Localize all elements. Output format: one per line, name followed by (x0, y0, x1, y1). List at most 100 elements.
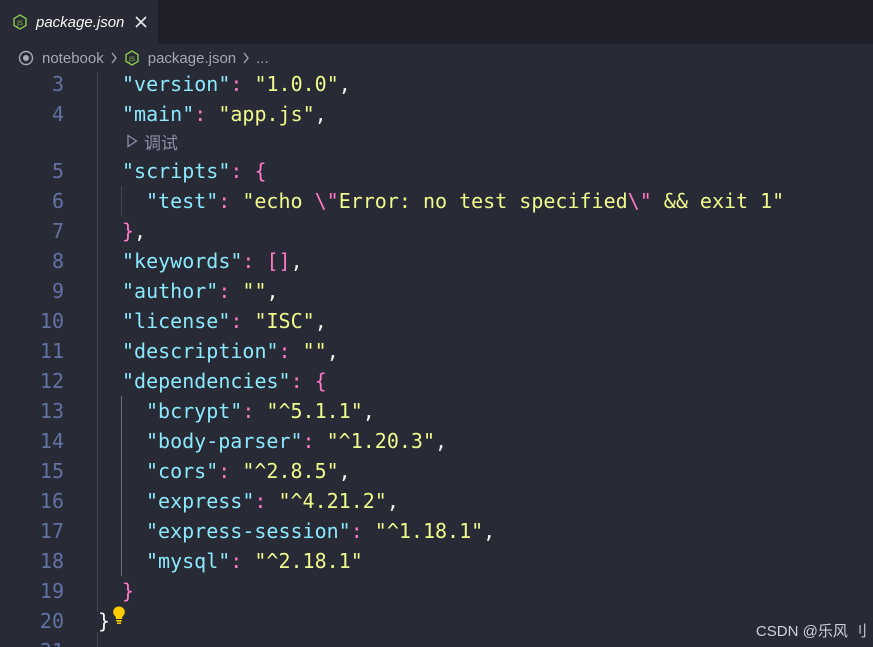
code-token: \" (627, 189, 652, 213)
code-token: "1.0.0" (254, 72, 339, 96)
lightbulb-icon[interactable] (111, 605, 127, 625)
code-token: && exit 1" (651, 189, 785, 213)
code-token: "dependencies" (122, 369, 291, 393)
indent-guide (121, 186, 122, 216)
code-token: : (218, 459, 243, 483)
code-line: "test": "echo \"Error: no test specified… (146, 186, 784, 216)
breadcrumb-item-notebook[interactable]: notebook (42, 50, 104, 67)
code-token: { (314, 369, 327, 393)
svg-text:JS: JS (128, 55, 135, 63)
code-token: : (194, 102, 219, 126)
code-token: } (122, 219, 135, 243)
code-token: "bcrypt" (146, 399, 243, 423)
code-token: "keywords" (122, 249, 243, 273)
code-line: "keywords": [], (122, 246, 303, 276)
code-token: , (338, 459, 351, 483)
code-token: Error: no test specified (338, 189, 628, 213)
code-line: "express-session": "^1.18.1", (146, 516, 495, 546)
code-token: "^1.18.1" (374, 519, 484, 543)
code-token: , (362, 399, 375, 423)
code-token: "express" (146, 489, 255, 513)
code-line: "license": "ISC", (122, 306, 327, 336)
breadcrumb-item-more[interactable]: ... (256, 50, 269, 67)
line-number: 18 (39, 549, 64, 573)
code-token: "version" (122, 72, 231, 96)
code-token: "main" (122, 102, 195, 126)
code-token: , (326, 339, 339, 363)
line-number: 6 (51, 189, 64, 213)
codelens-label: 调试 (144, 133, 178, 153)
line-number: 13 (39, 399, 64, 423)
tab-package-json[interactable]: JS package.json (0, 0, 158, 44)
code-token: "body-parser" (146, 429, 303, 453)
js-file-icon: JS (125, 50, 139, 66)
code-token: "license" (122, 309, 231, 333)
code-token: "^2.18.1" (254, 549, 363, 573)
code-token: "^5.1.1" (266, 399, 363, 423)
code-token: : (350, 519, 375, 543)
code-token: , (483, 519, 496, 543)
tab-label: package.json (36, 13, 125, 31)
code-token: "" (242, 279, 267, 303)
code-line: "bcrypt": "^5.1.1", (146, 396, 375, 426)
watermark: CSDN @乐风 刂 (755, 623, 867, 640)
code-token: : (230, 309, 255, 333)
breadcrumb: notebook JS package.json ... (0, 44, 873, 72)
codelens-debug[interactable]: 调试 (126, 129, 178, 153)
line-number: 14 (39, 429, 64, 453)
code-token: , (435, 429, 448, 453)
line-number: 15 (39, 459, 64, 483)
code-token: "mysql" (146, 549, 231, 573)
line-number: 12 (39, 369, 64, 393)
code-token: , (338, 72, 351, 96)
code-token: , (290, 249, 303, 273)
code-token: "scripts" (122, 159, 231, 183)
line-number: 4 (51, 102, 64, 126)
code-token: } (98, 609, 111, 633)
line-number-gutter: 3 4 5 6 7 8 9 10 11 12 13 14 15 16 17 18 19 20 21 (0, 72, 72, 647)
code-line: "cors": "^2.8.5", (146, 456, 351, 486)
code-token: , (134, 219, 147, 243)
code-token: { (254, 159, 267, 183)
svg-text:JS: JS (16, 19, 23, 27)
line-number: 8 (51, 249, 64, 273)
code-token: "description" (122, 339, 279, 363)
code-editor[interactable]: 3 4 5 6 7 8 9 10 11 12 13 14 15 16 17 18 19 20 21 调试 "vers… (0, 72, 873, 647)
code-token: : (302, 429, 327, 453)
js-file-icon: JS (13, 14, 27, 30)
line-number: 20 (39, 609, 64, 633)
code-token: [] (266, 249, 291, 273)
code-token: "express-session" (146, 519, 351, 543)
code-line: "author": "", (122, 276, 279, 306)
code-line: "mysql": "^2.18.1" (146, 546, 363, 576)
line-number: 5 (51, 159, 64, 183)
code-token: "echo (242, 189, 315, 213)
code-token: "cors" (146, 459, 219, 483)
code-token: , (314, 309, 327, 333)
code-line: } (98, 606, 110, 636)
line-number: 7 (51, 219, 64, 243)
code-token: : (278, 339, 303, 363)
close-icon[interactable] (134, 15, 148, 29)
code-line: }, (122, 216, 146, 246)
chevron-right-icon (243, 52, 249, 64)
code-line: "version": "1.0.0", (122, 72, 351, 99)
code-token: : (242, 399, 267, 423)
line-number: 19 (39, 579, 64, 603)
code-token: : (230, 72, 255, 96)
code-token: "test" (146, 189, 219, 213)
code-token: "author" (122, 279, 219, 303)
code-token: : (242, 249, 267, 273)
line-number: 9 (51, 279, 64, 303)
code-token: "app.js" (218, 102, 315, 126)
tab-bar: JS package.json (0, 0, 873, 44)
code-token: : (218, 279, 243, 303)
code-token: \" (314, 189, 339, 213)
line-number: 11 (39, 339, 64, 363)
line-number: 10 (39, 309, 64, 333)
line-number: 21 (4, 636, 64, 647)
code-token: : (290, 369, 315, 393)
chevron-right-icon (111, 52, 117, 64)
code-token: : (254, 489, 279, 513)
breadcrumb-item-package-json[interactable]: package.json (148, 50, 236, 67)
